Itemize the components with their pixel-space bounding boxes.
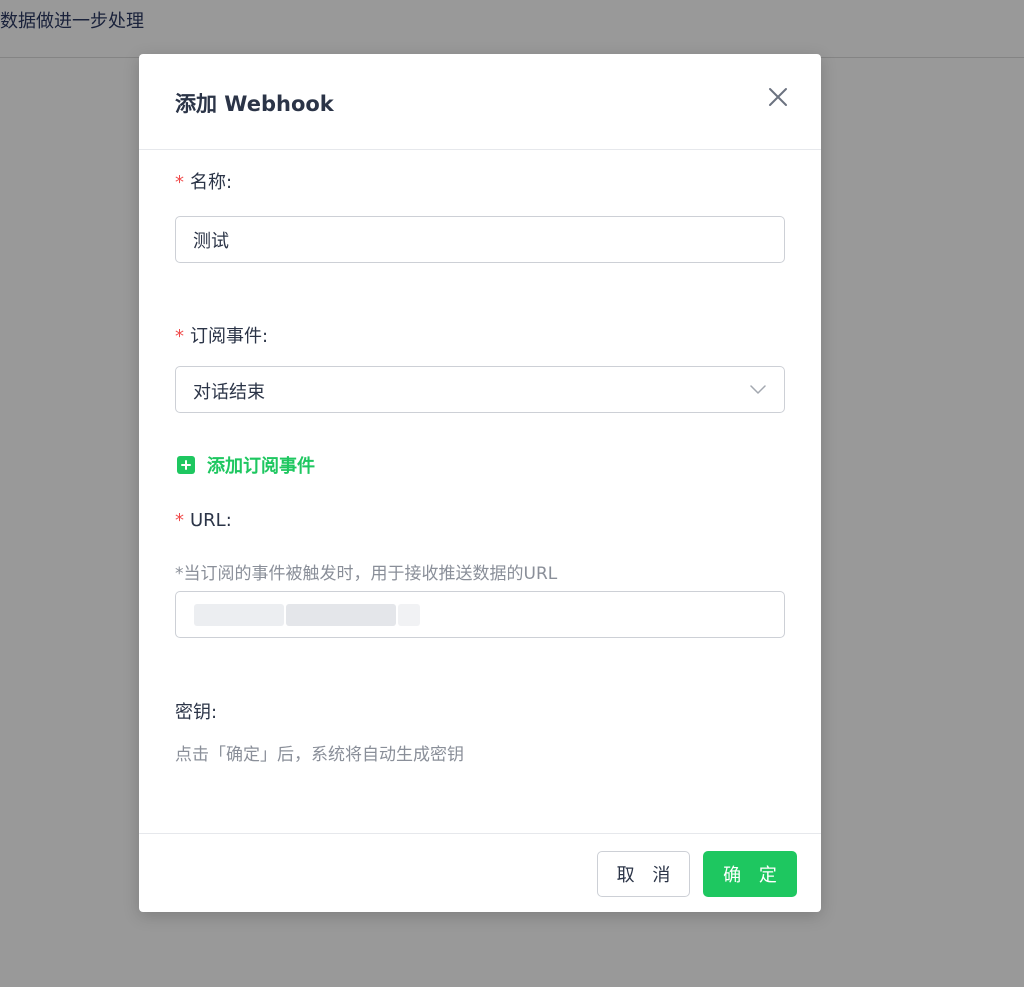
required-mark: * <box>175 326 184 347</box>
name-input[interactable] <box>175 216 785 263</box>
redacted-url <box>398 604 420 626</box>
event-label: * 订阅事件: <box>175 322 268 348</box>
dialog-footer: 取 消 确 定 <box>139 833 821 912</box>
close-icon <box>769 88 787 106</box>
confirm-button[interactable]: 确 定 <box>703 851 797 897</box>
event-label-text: 订阅事件: <box>190 326 269 347</box>
add-event-button[interactable]: 添加订阅事件 <box>177 453 315 477</box>
url-label-text: URL: <box>190 510 232 531</box>
required-mark: * <box>175 172 184 193</box>
secret-hint: 点击「确定」后，系统将自动生成密钥 <box>175 745 464 765</box>
secret-label: 密钥: <box>175 702 218 723</box>
redacted-url <box>286 604 396 626</box>
dialog-header: 添加 Webhook <box>139 54 821 150</box>
redacted-url <box>194 604 284 626</box>
plus-square-icon <box>177 456 195 474</box>
name-label: * 名称: <box>175 168 232 194</box>
cancel-button[interactable]: 取 消 <box>597 851 690 897</box>
name-label-text: 名称: <box>190 172 233 193</box>
url-hint: *当订阅的事件被触发时，用于接收推送数据的URL <box>175 564 558 584</box>
close-button[interactable] <box>763 82 793 112</box>
add-event-label: 添加订阅事件 <box>207 456 315 477</box>
chevron-down-icon <box>750 385 766 394</box>
required-mark: * <box>175 510 184 531</box>
add-webhook-dialog: 添加 Webhook * 名称: * 订阅事件: 对话结束 添加订阅事件 * URL:… <box>139 54 821 912</box>
event-select[interactable]: 对话结束 <box>175 366 785 413</box>
dialog-title: 添加 Webhook <box>175 92 334 116</box>
url-label: * URL: <box>175 510 232 531</box>
url-input[interactable] <box>175 591 785 638</box>
event-select-value: 对话结束 <box>193 382 265 403</box>
